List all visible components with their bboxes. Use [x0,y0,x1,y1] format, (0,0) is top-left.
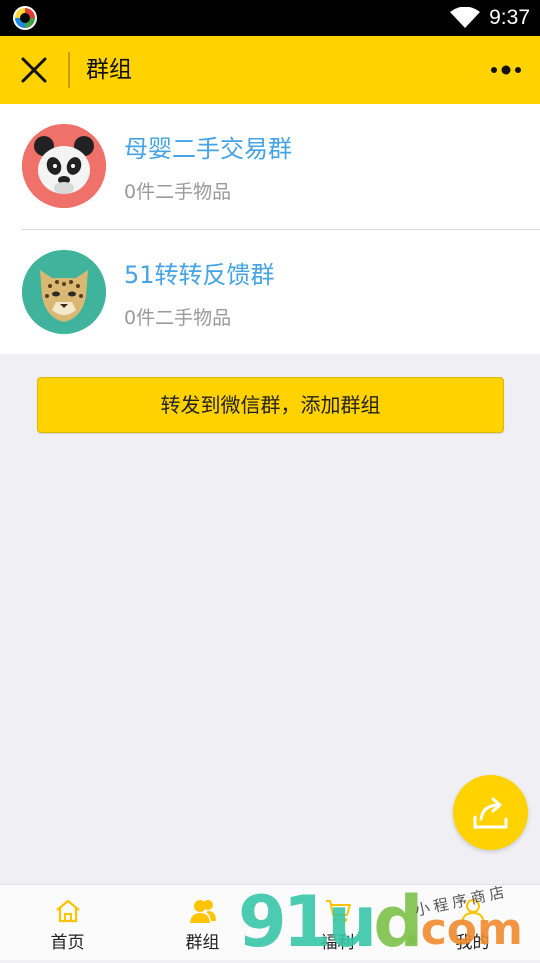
header: 群组 [0,36,540,104]
list-item[interactable]: 母婴二手交易群 0件二手物品 [0,104,540,230]
group-list: 母婴二手交易群 0件二手物品 51转转反馈群 0件二手物品 [0,104,540,354]
page-title: 群组 [86,57,132,83]
forward-to-wechat-button[interactable]: 转发到微信群，添加群组 [37,377,504,433]
nav-item-me[interactable]: 我的 [405,885,540,961]
group-name: 51转转反馈群 [124,261,275,289]
leopard-icon [22,250,106,334]
bottom-nav: 首页 群组 福利 我的 [0,884,540,960]
group-icon [190,900,216,923]
group-item-count: 0件二手物品 [124,307,232,329]
share-icon [473,797,508,829]
header-divider [68,52,70,88]
wifi-icon [450,7,480,28]
share-button[interactable] [453,775,528,850]
list-item[interactable]: 51转转反馈群 0件二手物品 [0,230,540,355]
group-avatar [22,250,106,334]
panda-icon [22,124,106,208]
status-time: 9:37 [489,6,530,29]
group-item-count: 0件二手物品 [124,181,232,203]
user-icon [461,899,485,924]
cart-icon [326,900,351,922]
home-icon [56,899,80,923]
nav-item-group[interactable]: 群组 [135,885,270,961]
more-icon[interactable] [490,60,522,80]
nav-item-label: 我的 [455,933,490,953]
nav-item-home[interactable]: 首页 [0,885,135,961]
close-icon[interactable] [20,56,48,84]
app-logo-icon [13,6,37,30]
nav-item-label: 群组 [185,933,220,953]
nav-item-benefits[interactable]: 福利 [270,885,405,961]
status-bar: 9:37 [0,0,540,36]
group-avatar [22,124,106,208]
nav-item-label: 首页 [50,933,85,953]
group-name: 母婴二手交易群 [124,135,292,163]
nav-item-label: 福利 [320,933,355,953]
